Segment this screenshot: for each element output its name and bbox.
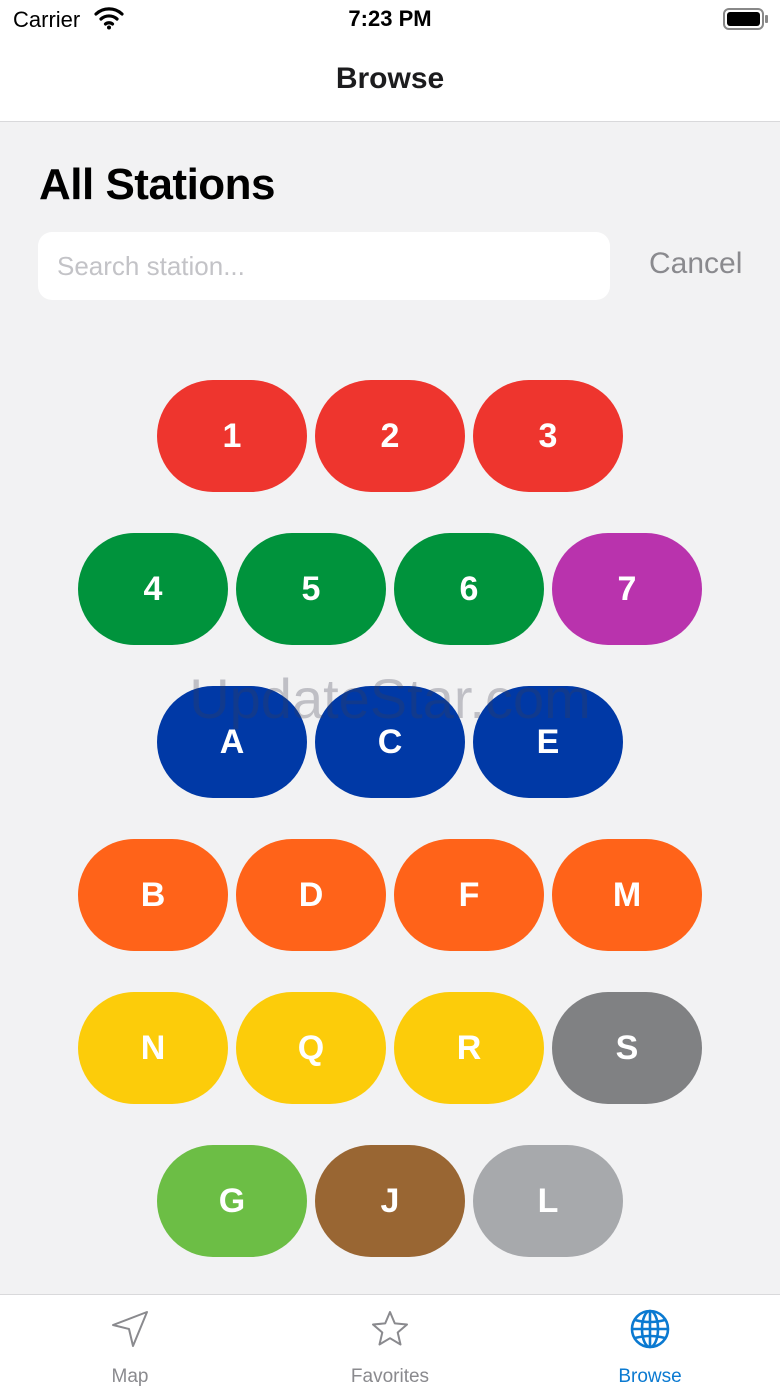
status-bar: Carrier 7:23 PM: [0, 0, 780, 44]
line-row: GJL: [0, 1145, 780, 1257]
line-button-3[interactable]: 3: [473, 380, 623, 492]
line-button-s[interactable]: S: [552, 992, 702, 1104]
battery-icon: [723, 8, 768, 30]
tab-map-label: Map: [111, 1366, 149, 1387]
status-time: 7:23 PM: [348, 6, 432, 31]
cancel-button[interactable]: Cancel: [649, 247, 742, 281]
line-button-b[interactable]: B: [78, 839, 228, 951]
line-button-4[interactable]: 4: [78, 533, 228, 645]
subway-lines-grid: 123 4567 ACE BDFM NQRS GJL: [0, 380, 780, 1298]
line-row: ACE: [0, 686, 780, 798]
tab-bar: Map Favorites Browse: [0, 1294, 780, 1388]
line-button-g[interactable]: G: [157, 1145, 307, 1257]
star-icon: [372, 1311, 408, 1346]
line-button-2[interactable]: 2: [315, 380, 465, 492]
tab-browse[interactable]: Browse: [520, 1295, 780, 1388]
line-button-1[interactable]: 1: [157, 380, 307, 492]
tab-browse-label: Browse: [618, 1366, 682, 1387]
line-button-j[interactable]: J: [315, 1145, 465, 1257]
page-title: All Stations: [39, 160, 276, 209]
line-row: BDFM: [0, 839, 780, 951]
location-arrow-icon: [112, 1311, 148, 1347]
line-button-l[interactable]: L: [473, 1145, 623, 1257]
line-button-c[interactable]: C: [315, 686, 465, 798]
navigation-bar: Browse: [0, 44, 780, 122]
line-row: NQRS: [0, 992, 780, 1104]
line-button-m[interactable]: M: [552, 839, 702, 951]
line-button-d[interactable]: D: [236, 839, 386, 951]
line-button-5[interactable]: 5: [236, 533, 386, 645]
search-input[interactable]: [38, 232, 610, 300]
tab-map[interactable]: Map: [0, 1295, 260, 1388]
line-button-6[interactable]: 6: [394, 533, 544, 645]
globe-icon: [630, 1309, 670, 1349]
tab-favorites-label: Favorites: [350, 1366, 430, 1387]
line-button-f[interactable]: F: [394, 839, 544, 951]
nav-title: Browse: [335, 62, 445, 95]
line-button-n[interactable]: N: [78, 992, 228, 1104]
line-button-7[interactable]: 7: [552, 533, 702, 645]
line-button-q[interactable]: Q: [236, 992, 386, 1104]
line-button-r[interactable]: R: [394, 992, 544, 1104]
line-row: 4567: [0, 533, 780, 645]
line-button-a[interactable]: A: [157, 686, 307, 798]
line-row: 123: [0, 380, 780, 492]
line-button-e[interactable]: E: [473, 686, 623, 798]
tab-favorites[interactable]: Favorites: [260, 1295, 520, 1388]
